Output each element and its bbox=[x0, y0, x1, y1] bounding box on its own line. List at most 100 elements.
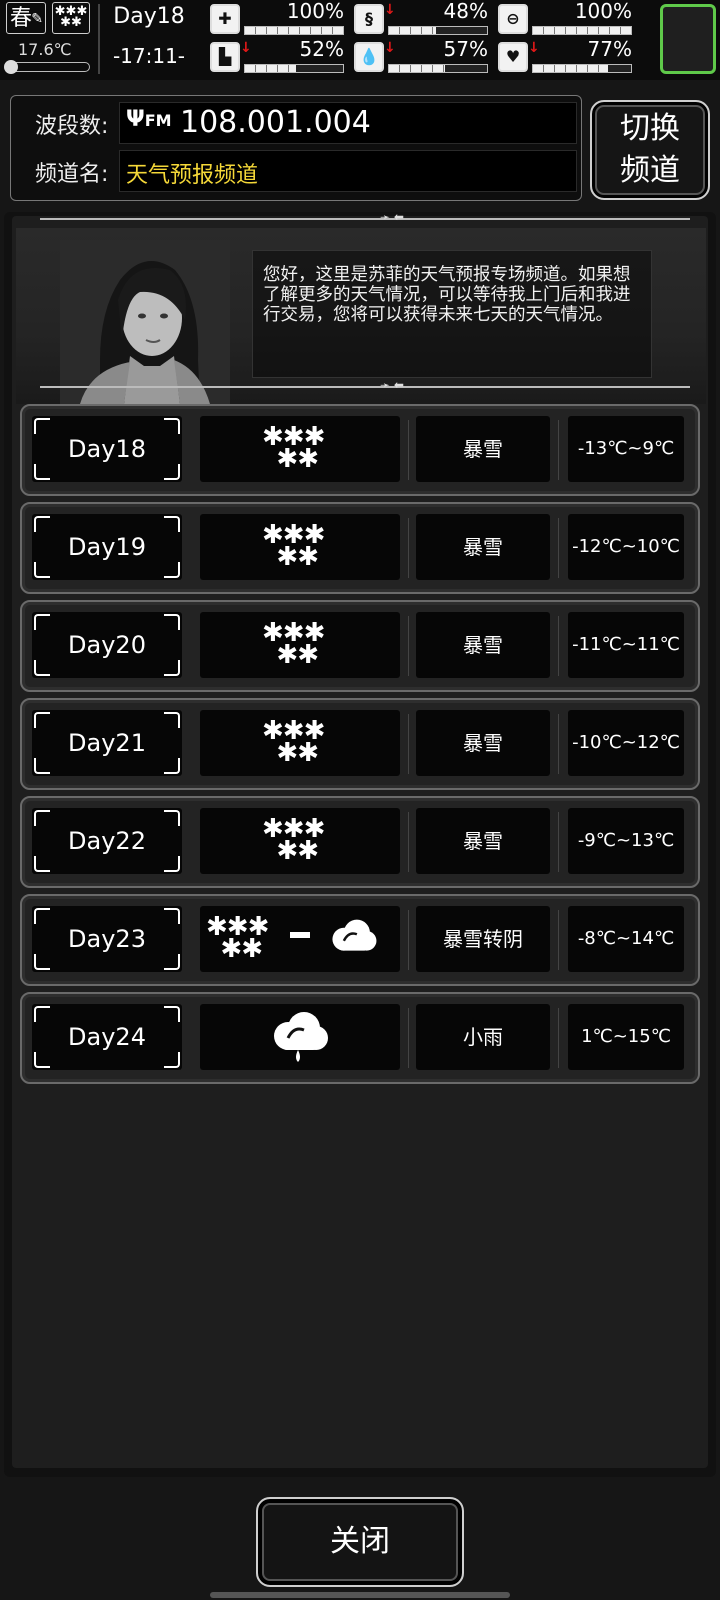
switch-line2: 频道 bbox=[620, 153, 680, 188]
divider bbox=[558, 616, 559, 676]
stat-hunger: § ↓ 48% bbox=[354, 0, 492, 38]
weather-description: 暴雪 bbox=[463, 731, 503, 755]
temperature-range: -13℃~9℃ bbox=[577, 438, 675, 459]
switch-channel-button[interactable]: 切换 频道 bbox=[590, 100, 710, 200]
divider bbox=[558, 812, 559, 872]
forecast-row: Day19 ✱✱✱ ✱✱ 暴雪 -12℃~10℃ bbox=[20, 502, 700, 594]
divider bbox=[408, 714, 409, 774]
close-button[interactable]: 关闭 bbox=[256, 1497, 464, 1587]
status-bar: 春 ✎ ✱✱✱ ✱✱ 17.6℃ Day18 -17:11- ✚ 100% § ↓… bbox=[0, 0, 720, 80]
channel-display: 天气预报频道 bbox=[119, 150, 577, 192]
temperature-range: -9℃~13℃ bbox=[577, 830, 675, 851]
weather-cell: 暴雪 bbox=[416, 416, 550, 482]
temperature-cell: -13℃~9℃ bbox=[568, 416, 684, 482]
radio-info-panel: 波段数: ΨFM 108.001.004 频道名: 天气预报频道 bbox=[10, 95, 582, 201]
divider bbox=[558, 910, 559, 970]
backpack-slot-button[interactable] bbox=[660, 4, 716, 74]
antenna-icon: ΨFM bbox=[126, 107, 172, 132]
decrease-arrow-icon: ↓ bbox=[528, 40, 540, 56]
stat-value: 52% bbox=[299, 37, 344, 61]
heart-icon: ♥ bbox=[498, 42, 528, 72]
weather-description: 暴雪 bbox=[463, 437, 503, 461]
current-time: -17:11- bbox=[112, 44, 186, 68]
stat-bar-fill bbox=[245, 65, 296, 72]
divider: ➛ ⬅ bbox=[40, 378, 690, 392]
snow-icon: ✱✱✱ ✱✱ bbox=[262, 520, 325, 572]
temperature-cell: -8℃~14℃ bbox=[568, 906, 684, 972]
weather-description: 暴雪 bbox=[463, 829, 503, 853]
forecast-day: Day23 bbox=[68, 925, 146, 953]
temperature-range: -8℃~14℃ bbox=[577, 928, 675, 949]
forecast-day-cell: Day21 bbox=[32, 710, 182, 776]
forecast-row: Day24 小雨 1℃~15℃ bbox=[20, 992, 700, 1084]
announcer-message: 您好，这里是苏菲的天气预报专场频道。如果想了解更多的天气情况，可以等待我上门后和… bbox=[252, 250, 652, 378]
snow-icon: ✱✱✱ ✱✱ bbox=[206, 912, 269, 964]
forecast-day: Day22 bbox=[68, 827, 146, 855]
temperature-range: -12℃~10℃ bbox=[572, 536, 680, 557]
stat-value: 57% bbox=[443, 37, 488, 61]
stat-bar bbox=[244, 26, 344, 35]
rain-cloud-icon bbox=[274, 1012, 328, 1062]
temperature-readout: 17.6℃ bbox=[18, 40, 72, 59]
divider bbox=[558, 518, 559, 578]
temperature-range: 1℃~15℃ bbox=[581, 1026, 671, 1047]
divider bbox=[408, 812, 409, 872]
divider: ➛ ⬅ bbox=[40, 210, 690, 224]
boot-icon: ▙ bbox=[210, 42, 240, 72]
stat-value: 100% bbox=[574, 0, 632, 23]
stat-bar bbox=[532, 26, 632, 35]
forecast-row: Day22 ✱✱✱ ✱✱ 暴雪 -9℃~13℃ bbox=[20, 796, 700, 888]
weather-cell: 暴雪 bbox=[416, 808, 550, 874]
temperature-cell: -12℃~10℃ bbox=[568, 514, 684, 580]
stat-bar-fill bbox=[533, 27, 631, 34]
stat-bar-fill bbox=[389, 27, 437, 34]
weather-icon-cell: ✱✱✱ ✱✱ bbox=[200, 416, 400, 482]
thermometer-icon bbox=[4, 60, 90, 74]
weather-description: 暴雪转阴 bbox=[443, 927, 523, 951]
stat-bar bbox=[388, 26, 488, 35]
stat-medicine: ⊖ 100% bbox=[498, 0, 636, 38]
divider bbox=[408, 518, 409, 578]
forecast-day: Day18 bbox=[68, 435, 146, 463]
forecast-day-cell: Day22 bbox=[32, 808, 182, 874]
stat-value: 77% bbox=[587, 37, 632, 61]
announcer-portrait bbox=[60, 240, 230, 404]
stat-mood: ♥ ↓ 77% bbox=[498, 37, 636, 76]
channel-label: 频道名: bbox=[35, 162, 109, 187]
snow-weather-icon: ✱✱✱ ✱✱ bbox=[52, 2, 90, 34]
stat-bar bbox=[532, 64, 632, 73]
divider bbox=[558, 1008, 559, 1068]
home-indicator[interactable] bbox=[210, 1592, 510, 1598]
decrease-arrow-icon: ↓ bbox=[384, 40, 396, 56]
divider bbox=[558, 420, 559, 480]
stat-stamina: ▙ ↓ 52% bbox=[210, 37, 348, 76]
weather-icon-cell: ✱✱✱ ✱✱ bbox=[200, 808, 400, 874]
decrease-arrow-icon: ↓ bbox=[384, 2, 396, 18]
weather-cell: 暴雪转阴 bbox=[416, 906, 550, 972]
forecast-row: Day20 ✱✱✱ ✱✱ 暴雪 -11℃~11℃ bbox=[20, 600, 700, 692]
switch-line1: 切换 bbox=[620, 111, 680, 146]
forecast-day: Day24 bbox=[68, 1023, 146, 1051]
switch-channel-label: 切换 频道 bbox=[615, 108, 685, 192]
weather-cell: 暴雪 bbox=[416, 514, 550, 580]
weather-description: 暴雪 bbox=[463, 633, 503, 657]
stat-value: 100% bbox=[286, 0, 344, 23]
season-indicator: 春 ✎ bbox=[6, 2, 46, 34]
divider bbox=[98, 4, 100, 74]
leaf-icon: ✎ bbox=[31, 11, 43, 27]
water-drop-icon: 💧 bbox=[354, 42, 384, 72]
frequency-display: ΨFM 108.001.004 bbox=[119, 102, 577, 144]
pill-icon: ⊖ bbox=[498, 4, 528, 34]
medkit-icon: ✚ bbox=[210, 4, 240, 34]
stat-health: ✚ 100% bbox=[210, 0, 348, 38]
stat-thirst: 💧 ↓ 57% bbox=[354, 37, 492, 76]
stat-bar-fill bbox=[389, 65, 445, 72]
channel-name: 天气预报频道 bbox=[126, 163, 259, 188]
forecast-day: Day20 bbox=[68, 631, 146, 659]
announcer-banner: 您好，这里是苏菲的天气预报专场频道。如果想了解更多的天气情况，可以等待我上门后和… bbox=[16, 228, 706, 404]
temperature-cell: -10℃~12℃ bbox=[568, 710, 684, 776]
weather-description: 暴雪 bbox=[463, 535, 503, 559]
forecast-day-cell: Day18 bbox=[32, 416, 182, 482]
decrease-arrow-icon: ↓ bbox=[240, 40, 252, 56]
season-label: 春 bbox=[10, 6, 33, 31]
